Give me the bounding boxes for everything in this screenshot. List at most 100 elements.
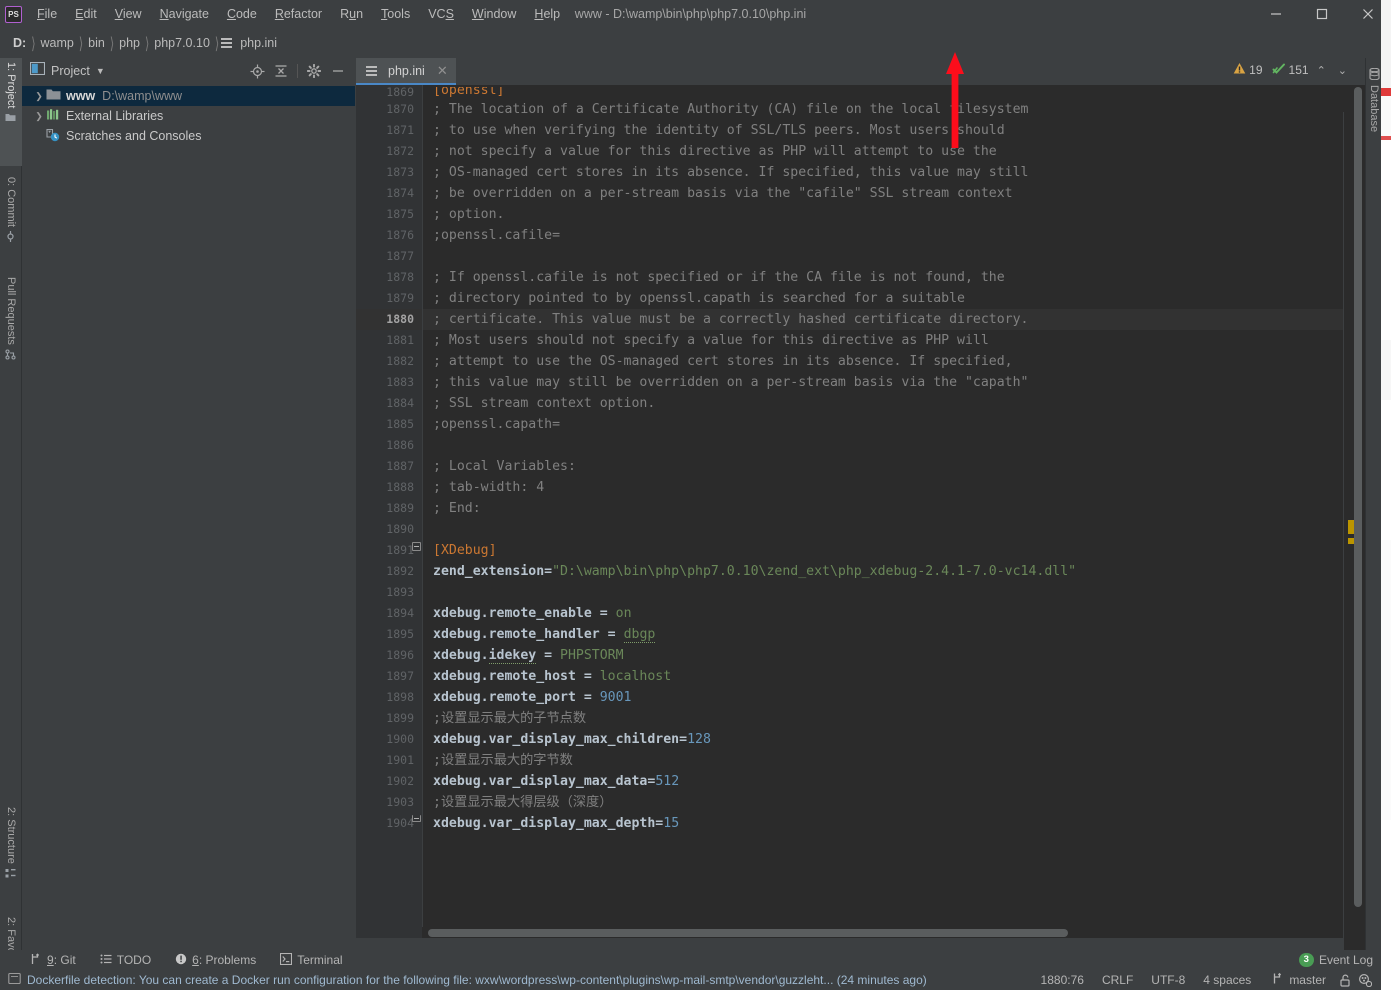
menu-tools[interactable]: Tools xyxy=(372,4,419,24)
code-line[interactable]: ;设置显示最大得层级（深度） xyxy=(423,792,1365,813)
tree-node-scratches[interactable]: Scratches and Consoles xyxy=(22,126,355,146)
bottom-tab-git[interactable]: 9: Git xyxy=(0,952,88,968)
caret-position[interactable]: 1880:76 xyxy=(1032,973,1093,987)
menu-bar[interactable]: FFileile Edit View Navigate Code Refacto… xyxy=(28,4,569,24)
code-line[interactable] xyxy=(423,246,1365,267)
tree-node-external-libraries[interactable]: ❯ External Libraries xyxy=(22,106,355,126)
line-number[interactable]: 1894 xyxy=(356,603,422,624)
unlocked-icon[interactable] xyxy=(1335,974,1355,987)
warning-group[interactable]: 19 xyxy=(1233,62,1263,78)
code-line[interactable]: xdebug.idekey = PHPSTORM xyxy=(423,645,1365,666)
breadcrumb-item-bin[interactable]: bin xyxy=(85,34,108,52)
breadcrumb-item-php[interactable]: php xyxy=(116,34,143,52)
close-icon[interactable]: ✕ xyxy=(437,63,448,79)
line-number[interactable]: 1892 xyxy=(356,561,422,582)
code-line[interactable]: ; to use when verifying the identity of … xyxy=(423,120,1365,141)
line-number[interactable]: 1886 xyxy=(356,435,422,456)
code-line[interactable]: ; If openssl.cafile is not specified or … xyxy=(423,267,1365,288)
editor-tab-php-ini[interactable]: php.ini ✕ xyxy=(356,58,456,85)
line-number[interactable]: 1873 xyxy=(356,162,422,183)
fold-end-icon[interactable] xyxy=(412,815,421,822)
code-line[interactable]: zend_extension="D:\wamp\bin\php\php7.0.1… xyxy=(423,561,1365,582)
code-line[interactable]: ;openssl.cafile= xyxy=(423,225,1365,246)
bottom-tab-problems[interactable]: 6: Problems xyxy=(163,953,268,968)
status-message-text[interactable]: Dockerfile detection: You can create a D… xyxy=(27,973,927,987)
line-number[interactable]: 1898 xyxy=(356,687,422,708)
chevron-right-icon[interactable]: ❯ xyxy=(32,89,46,103)
chevron-down-icon[interactable]: ▼ xyxy=(96,66,105,76)
event-log-button[interactable]: 3 Event Log xyxy=(1298,952,1381,968)
menu-edit[interactable]: Edit xyxy=(66,4,106,24)
typo-group[interactable]: 151 xyxy=(1272,62,1309,78)
line-number[interactable]: 1896 xyxy=(356,645,422,666)
line-number[interactable]: 1885 xyxy=(356,414,422,435)
line-number[interactable]: 1893 xyxy=(356,582,422,603)
code-line[interactable]: xdebug.var_display_max_data=512 xyxy=(423,771,1365,792)
code-line[interactable]: xdebug.remote_port = 9001 xyxy=(423,687,1365,708)
line-number[interactable]: 1902 xyxy=(356,771,422,792)
line-number[interactable]: 1888 xyxy=(356,477,422,498)
file-encoding[interactable]: UTF-8 xyxy=(1142,973,1194,987)
minimize-icon[interactable] xyxy=(1253,0,1299,28)
line-number[interactable]: 1880 xyxy=(356,309,422,330)
code-line[interactable]: ; End: xyxy=(423,498,1365,519)
line-number-gutter[interactable]: 1869 1870 1871 1872 1873 1874 1875 1876 1877 1878… xyxy=(356,85,422,938)
breadcrumb[interactable]: D: ⟩ wamp ⟩ bin ⟩ php ⟩ php7.0.10 ⟩ php.… xyxy=(0,34,280,53)
code-line[interactable]: ; certificate. This value must be a corr… xyxy=(423,309,1365,330)
locate-icon[interactable] xyxy=(246,61,268,81)
menu-refactor[interactable]: Refactor xyxy=(266,4,331,24)
code-line[interactable] xyxy=(423,519,1365,540)
close-icon[interactable] xyxy=(1345,0,1391,28)
code-line[interactable]: ; not specify a value for this directive… xyxy=(423,141,1365,162)
sidebar-item-structure[interactable]: 2: Structure xyxy=(0,803,22,909)
sidebar-item-commit[interactable]: 0: Commit xyxy=(0,173,22,265)
line-number[interactable]: 1900 xyxy=(356,729,422,750)
code-line[interactable]: ; directory pointed to by openssl.capath… xyxy=(423,288,1365,309)
line-number[interactable]: 1899 xyxy=(356,708,422,729)
bottom-tab-terminal[interactable]: Terminal xyxy=(268,952,354,968)
git-branch-widget[interactable]: master xyxy=(1260,972,1335,988)
breadcrumb-item-drive[interactable]: D: xyxy=(10,34,29,52)
code-line[interactable]: ; tab-width: 4 xyxy=(423,477,1365,498)
window-controls[interactable] xyxy=(1253,0,1391,28)
sidebar-item-pull-requests[interactable]: Pull Requests xyxy=(0,273,22,393)
breadcrumb-item-wamp[interactable]: wamp xyxy=(38,34,77,52)
code-line[interactable]: ; Local Variables: xyxy=(423,456,1365,477)
line-number[interactable]: 1889 xyxy=(356,498,422,519)
fold-start-icon[interactable] xyxy=(412,542,421,551)
line-number[interactable]: 1869 xyxy=(356,87,422,99)
code-line[interactable]: ;设置显示最大的字节数 xyxy=(423,750,1365,771)
code-line[interactable]: ; attempt to use the OS-managed cert sto… xyxy=(423,351,1365,372)
line-number[interactable]: 1881 xyxy=(356,330,422,351)
code-line[interactable]: ; Most users should not specify a value … xyxy=(423,330,1365,351)
code-line[interactable]: xdebug.remote_handler = dbgp xyxy=(423,624,1365,645)
code-line[interactable]: ; option. xyxy=(423,204,1365,225)
line-number[interactable]: 1903 xyxy=(356,792,422,813)
code-line[interactable]: ; OS-managed cert stores in its absence.… xyxy=(423,162,1365,183)
menu-file[interactable]: FFileile xyxy=(28,4,66,24)
line-number[interactable]: 1887 xyxy=(356,456,422,477)
editor-horizontal-scrollbar[interactable] xyxy=(428,929,1068,937)
menu-navigate[interactable]: Navigate xyxy=(151,4,218,24)
line-number[interactable]: 1870 xyxy=(356,99,422,120)
bottom-tab-todo[interactable]: TODO xyxy=(88,953,163,968)
line-number[interactable]: 1879 xyxy=(356,288,422,309)
code-line[interactable]: ; be overridden on a per-stream basis vi… xyxy=(423,183,1365,204)
tree-node-www[interactable]: ❯ www D:\wamp\www xyxy=(22,86,355,106)
code-line[interactable]: ;openssl.capath= xyxy=(423,414,1365,435)
code-line[interactable]: xdebug.var_display_max_depth=15 xyxy=(423,813,1365,834)
line-number[interactable]: 1890 xyxy=(356,519,422,540)
line-number[interactable]: 1882 xyxy=(356,351,422,372)
line-number[interactable]: 1874 xyxy=(356,183,422,204)
chevron-down-icon[interactable]: ⌄ xyxy=(1334,64,1351,77)
code-line[interactable]: [XDebug] xyxy=(423,540,1365,561)
indent-setting[interactable]: 4 spaces xyxy=(1194,973,1260,987)
line-number[interactable]: 1884 xyxy=(356,393,422,414)
chevron-right-icon[interactable]: ❯ xyxy=(32,109,46,123)
hide-panel-icon[interactable] xyxy=(327,61,349,81)
code-line[interactable]: xdebug.var_display_max_children=128 xyxy=(423,729,1365,750)
line-number[interactable]: 1872 xyxy=(356,141,422,162)
gear-icon[interactable] xyxy=(303,61,325,81)
line-number[interactable]: 1875 xyxy=(356,204,422,225)
inspection-profile-icon[interactable] xyxy=(1355,973,1375,987)
